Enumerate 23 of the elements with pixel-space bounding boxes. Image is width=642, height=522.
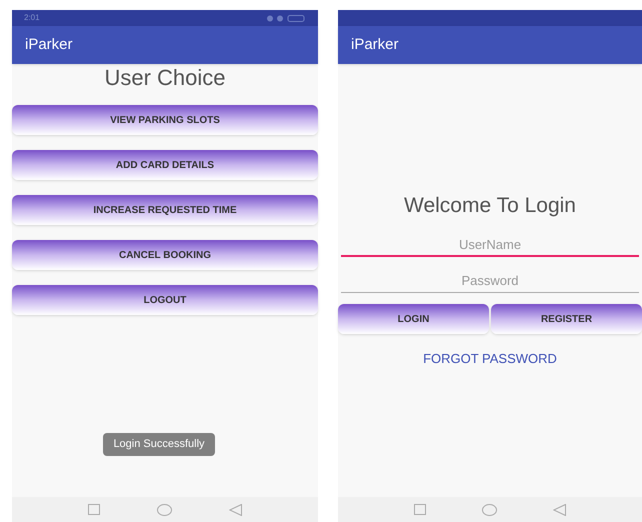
menu-button[interactable]: LOGIN bbox=[338, 304, 489, 334]
input-field[interactable]: Password bbox=[341, 269, 639, 293]
square-icon[interactable] bbox=[88, 504, 100, 515]
status-icons-icon bbox=[266, 14, 306, 22]
toast-message: Login Successfully bbox=[103, 433, 215, 456]
back-icon[interactable] bbox=[228, 504, 242, 516]
menu-button[interactable]: REGISTER bbox=[491, 304, 642, 334]
screen-heading: User Choice bbox=[103, 65, 227, 91]
menu-button[interactable]: LOGOUT bbox=[12, 285, 318, 315]
app-title: iParker bbox=[351, 34, 399, 55]
status-time: 2:01 bbox=[24, 12, 40, 24]
menu-button[interactable]: CANCEL BOOKING bbox=[12, 240, 318, 270]
circle-icon[interactable] bbox=[156, 504, 172, 516]
circle-icon[interactable] bbox=[482, 504, 497, 516]
app-title: iParker bbox=[25, 34, 73, 55]
input-field[interactable]: UserName bbox=[341, 233, 639, 257]
square-icon[interactable] bbox=[414, 504, 426, 515]
menu-button[interactable]: INCREASE REQUESTED TIME bbox=[12, 195, 318, 225]
menu-button[interactable]: VIEW PARKING SLOTS bbox=[12, 105, 318, 135]
forgot-password-link[interactable]: FORGOT PASSWORD bbox=[423, 349, 557, 368]
back-icon[interactable] bbox=[553, 504, 566, 516]
menu-button[interactable]: ADD CARD DETAILS bbox=[12, 150, 318, 180]
screen-heading: Welcome To Login bbox=[403, 193, 577, 219]
